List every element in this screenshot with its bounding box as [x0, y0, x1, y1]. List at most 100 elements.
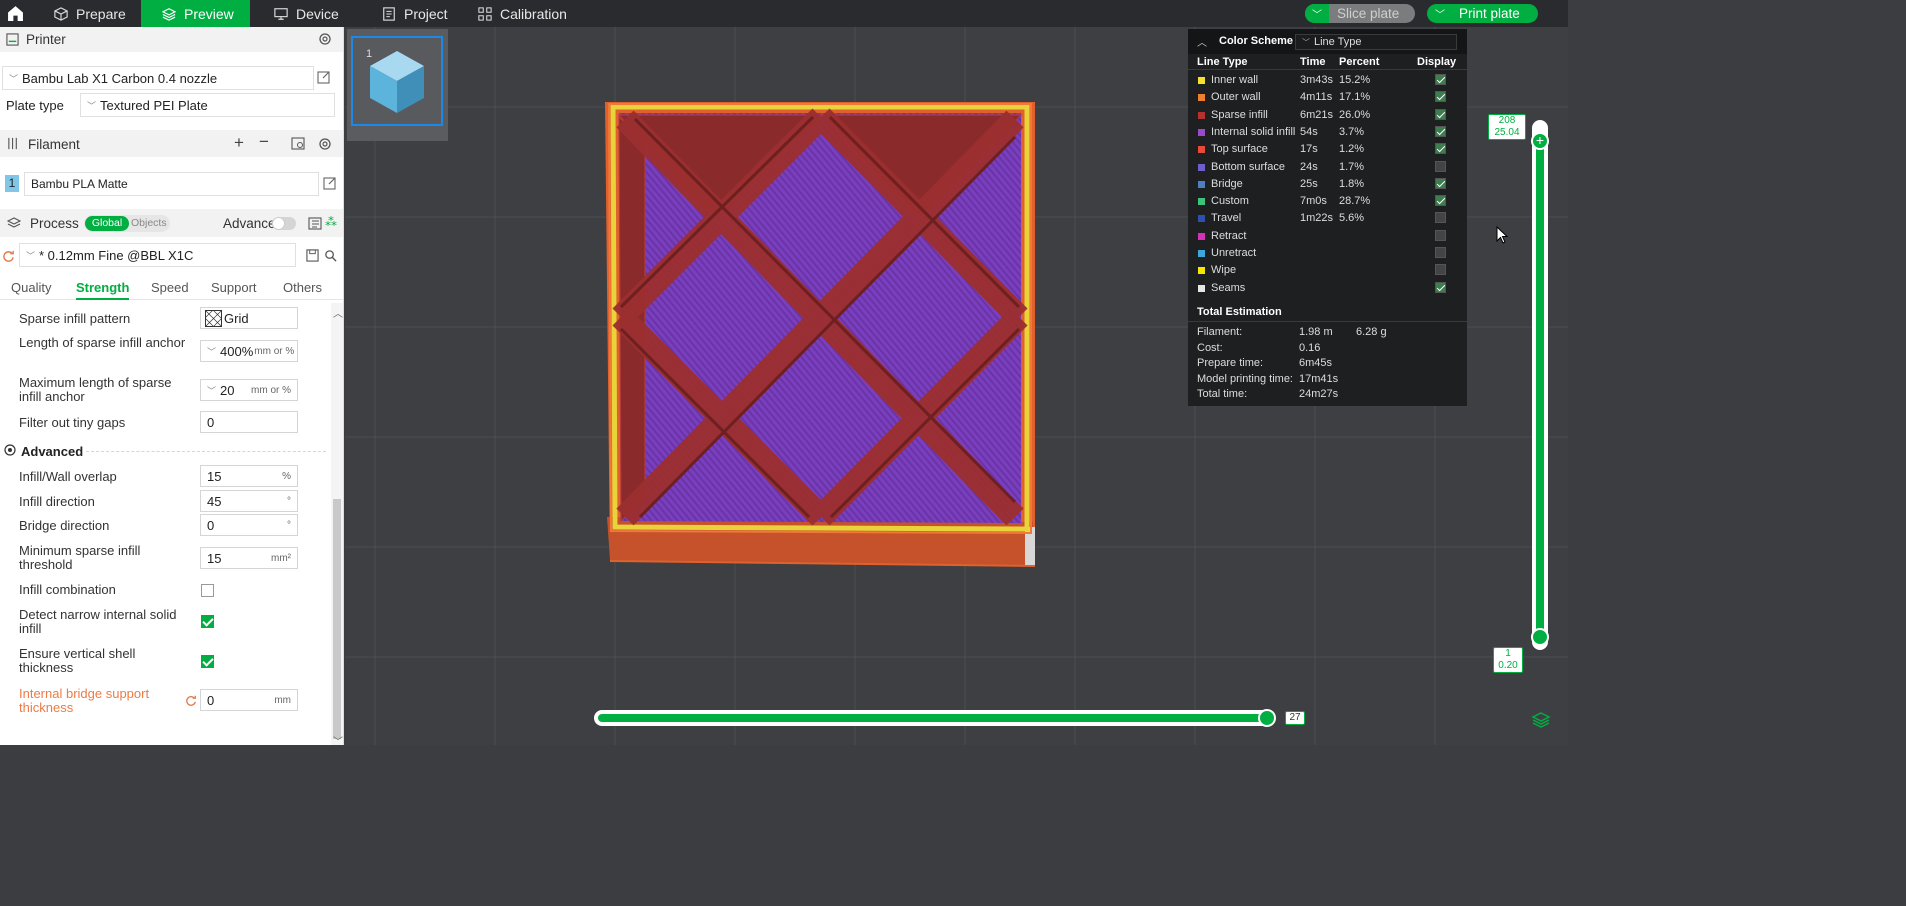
- settings-scrollbar[interactable]: ︿ ﹀: [331, 303, 343, 745]
- display-checkbox[interactable]: [1435, 108, 1446, 120]
- tab-device[interactable]: Device: [270, 0, 370, 27]
- print-plate-button[interactable]: ﹀ Print plate: [1427, 4, 1538, 23]
- tab-prepare[interactable]: Prepare: [40, 0, 140, 27]
- narrow-infill-checkbox[interactable]: [201, 615, 214, 628]
- process-section-header: Process Global Objects Advance ⁂: [0, 209, 343, 237]
- color-scheme-select[interactable]: ﹀ Line Type: [1295, 34, 1457, 50]
- anchor-length-input[interactable]: ﹀ 400% mm or %: [200, 340, 298, 362]
- chevron-down-icon[interactable]: ﹀: [1305, 4, 1329, 23]
- legend-row[interactable]: Bottom surface 24s 1.7%: [1188, 159, 1467, 176]
- compare-icon[interactable]: ⁂: [325, 215, 337, 229]
- layer-slider-bottom-handle[interactable]: [1531, 628, 1549, 646]
- tab-support[interactable]: Support: [211, 280, 257, 295]
- move-slider-handle[interactable]: [1258, 709, 1276, 727]
- tab-quality[interactable]: Quality: [11, 280, 51, 295]
- tab-project[interactable]: Project: [380, 0, 470, 27]
- slice-plate-button[interactable]: ﹀ Slice plate: [1305, 4, 1415, 23]
- line-type-percent: 3.7%: [1339, 125, 1365, 138]
- infill-direction-input[interactable]: 45 °: [200, 490, 298, 512]
- legend-row[interactable]: Top surface 17s 1.2%: [1188, 141, 1467, 158]
- legend-row[interactable]: Outer wall 4m11s 17.1%: [1188, 89, 1467, 106]
- scroll-down-icon[interactable]: ﹀: [333, 733, 343, 745]
- color-swatch: [1198, 232, 1205, 240]
- search-icon[interactable]: [324, 249, 337, 262]
- reset-icon[interactable]: [185, 694, 197, 706]
- display-checkbox[interactable]: [1435, 212, 1446, 224]
- line-type-name: Wipe: [1211, 264, 1237, 277]
- display-checkbox[interactable]: [1435, 177, 1446, 189]
- chevron-down-icon[interactable]: ﹀: [1435, 6, 1445, 21]
- add-filament-button[interactable]: +: [234, 133, 244, 153]
- scrollbar-thumb[interactable]: [333, 499, 341, 739]
- layer-slider[interactable]: +: [1531, 120, 1549, 650]
- tab-strength[interactable]: Strength: [76, 280, 130, 300]
- scroll-up-icon[interactable]: ︿: [333, 305, 343, 320]
- tab-others[interactable]: Others: [283, 280, 322, 295]
- min-sparse-input[interactable]: 15 mm²: [200, 547, 298, 569]
- filament-select[interactable]: Bambu PLA Matte: [24, 172, 319, 196]
- gear-icon[interactable]: [318, 32, 332, 46]
- sync-icon[interactable]: [291, 137, 305, 150]
- legend-row[interactable]: Retract: [1188, 228, 1467, 245]
- move-slider[interactable]: [594, 709, 1276, 727]
- toggle-objects[interactable]: Objects: [131, 217, 167, 229]
- sliced-model-preview[interactable]: [595, 97, 1045, 567]
- display-checkbox[interactable]: [1435, 91, 1446, 103]
- legend-row[interactable]: Seams: [1188, 280, 1467, 297]
- bridge-direction-input[interactable]: 0 °: [200, 514, 298, 536]
- filament-name: Bambu PLA Matte: [31, 177, 128, 191]
- legend-row[interactable]: Inner wall 3m43s 15.2%: [1188, 72, 1467, 89]
- infill-combination-checkbox[interactable]: [201, 584, 214, 597]
- display-checkbox[interactable]: [1435, 264, 1446, 276]
- reset-icon[interactable]: [2, 249, 15, 262]
- printer-select[interactable]: ﹀ Bambu Lab X1 Carbon 0.4 nozzle: [2, 66, 314, 90]
- display-checkbox[interactable]: [1435, 143, 1446, 155]
- legend-row[interactable]: Unretract: [1188, 245, 1467, 262]
- legend-row[interactable]: Internal solid infill 54s 3.7%: [1188, 124, 1467, 141]
- legend-row[interactable]: Sparse infill 6m21s 26.0%: [1188, 107, 1467, 124]
- plate-type-select[interactable]: ﹀ Textured PEI Plate: [80, 93, 335, 117]
- tab-speed[interactable]: Speed: [151, 280, 189, 295]
- display-checkbox[interactable]: [1435, 247, 1446, 258]
- list-icon[interactable]: [308, 217, 322, 230]
- layer-slider-top-handle[interactable]: +: [1531, 132, 1549, 150]
- display-checkbox[interactable]: [1435, 160, 1446, 172]
- remove-filament-button[interactable]: −: [259, 132, 269, 152]
- anchor-max-value: 20: [220, 382, 235, 398]
- bridge-support-input[interactable]: 0 mm: [200, 689, 298, 711]
- edit-icon[interactable]: [317, 70, 331, 84]
- home-button[interactable]: [0, 0, 30, 27]
- overlap-input[interactable]: 15 %: [200, 465, 298, 487]
- save-icon[interactable]: [306, 249, 319, 262]
- color-swatch: [1198, 215, 1205, 223]
- gear-icon[interactable]: [318, 137, 332, 151]
- process-preset-select[interactable]: ﹀ * 0.12mm Fine @BBL X1C: [19, 243, 296, 267]
- sparse-pattern-select[interactable]: Grid: [200, 307, 298, 329]
- collapse-icon[interactable]: ︿: [1197, 34, 1207, 49]
- legend-row[interactable]: Travel 1m22s 5.6%: [1188, 210, 1467, 227]
- tab-preview[interactable]: Preview: [141, 0, 250, 27]
- edit-icon[interactable]: [323, 176, 337, 190]
- filament-slot-badge[interactable]: 1: [5, 175, 19, 192]
- display-checkbox[interactable]: [1435, 281, 1446, 293]
- display-checkbox[interactable]: [1435, 74, 1446, 85]
- display-checkbox[interactable]: [1435, 195, 1446, 207]
- toggle-global[interactable]: Global: [85, 216, 129, 231]
- global-objects-toggle[interactable]: Global Objects: [84, 215, 170, 232]
- plate-thumbnail[interactable]: 1: [351, 36, 443, 126]
- legend-row[interactable]: Wipe: [1188, 262, 1467, 279]
- unit-label: %: [282, 470, 291, 482]
- tiny-gaps-input[interactable]: 0: [200, 411, 298, 433]
- advance-toggle[interactable]: [272, 217, 296, 230]
- tab-calibration[interactable]: Calibration: [476, 0, 586, 27]
- layers-view-icon[interactable]: [1531, 710, 1551, 730]
- display-checkbox[interactable]: [1435, 125, 1446, 137]
- vertical-shell-checkbox[interactable]: [201, 655, 214, 668]
- tiny-gaps-value: 0: [207, 414, 215, 430]
- display-checkbox[interactable]: [1435, 229, 1446, 241]
- anchor-max-input[interactable]: ﹀ 20 mm or %: [200, 379, 298, 401]
- tab-label: Device: [296, 5, 339, 22]
- legend-row[interactable]: Bridge 25s 1.8%: [1188, 176, 1467, 193]
- legend-row[interactable]: Custom 7m0s 28.7%: [1188, 193, 1467, 210]
- total-row: Model printing time: 17m41s: [1188, 371, 1467, 388]
